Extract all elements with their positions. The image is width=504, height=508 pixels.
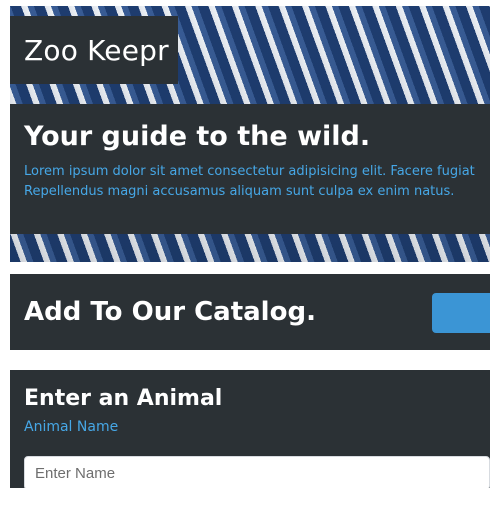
hero-description-line-1: Lorem ipsum dolor sit amet consectetur a…	[24, 163, 475, 179]
animal-name-input[interactable]	[24, 456, 490, 488]
hero-description-line-2: Repellendus magni accusamus aliquam sunt…	[24, 183, 455, 199]
form-title: Enter an Animal	[24, 386, 223, 411]
catalog-title: Add To Our Catalog.	[24, 297, 316, 327]
brand-title[interactable]: Zoo Keepr	[24, 34, 169, 67]
brand-panel[interactable]: Zoo Keepr	[10, 16, 178, 84]
animal-name-label: Animal Name	[24, 419, 119, 435]
page: Zoo Keepr Your guide to the wild. Lorem …	[0, 0, 504, 508]
hero-description: Lorem ipsum dolor sit amet consectetur a…	[24, 162, 490, 202]
catalog-callout: Add To Our Catalog.	[10, 274, 490, 350]
animal-form: Enter an Animal Animal Name	[10, 370, 490, 488]
catalog-action-button[interactable]	[432, 293, 490, 333]
hero-banner: Zoo Keepr Your guide to the wild. Lorem …	[10, 6, 490, 262]
hero-text-panel: Your guide to the wild. Lorem ipsum dolo…	[10, 104, 490, 234]
hero-title: Your guide to the wild.	[24, 121, 371, 152]
